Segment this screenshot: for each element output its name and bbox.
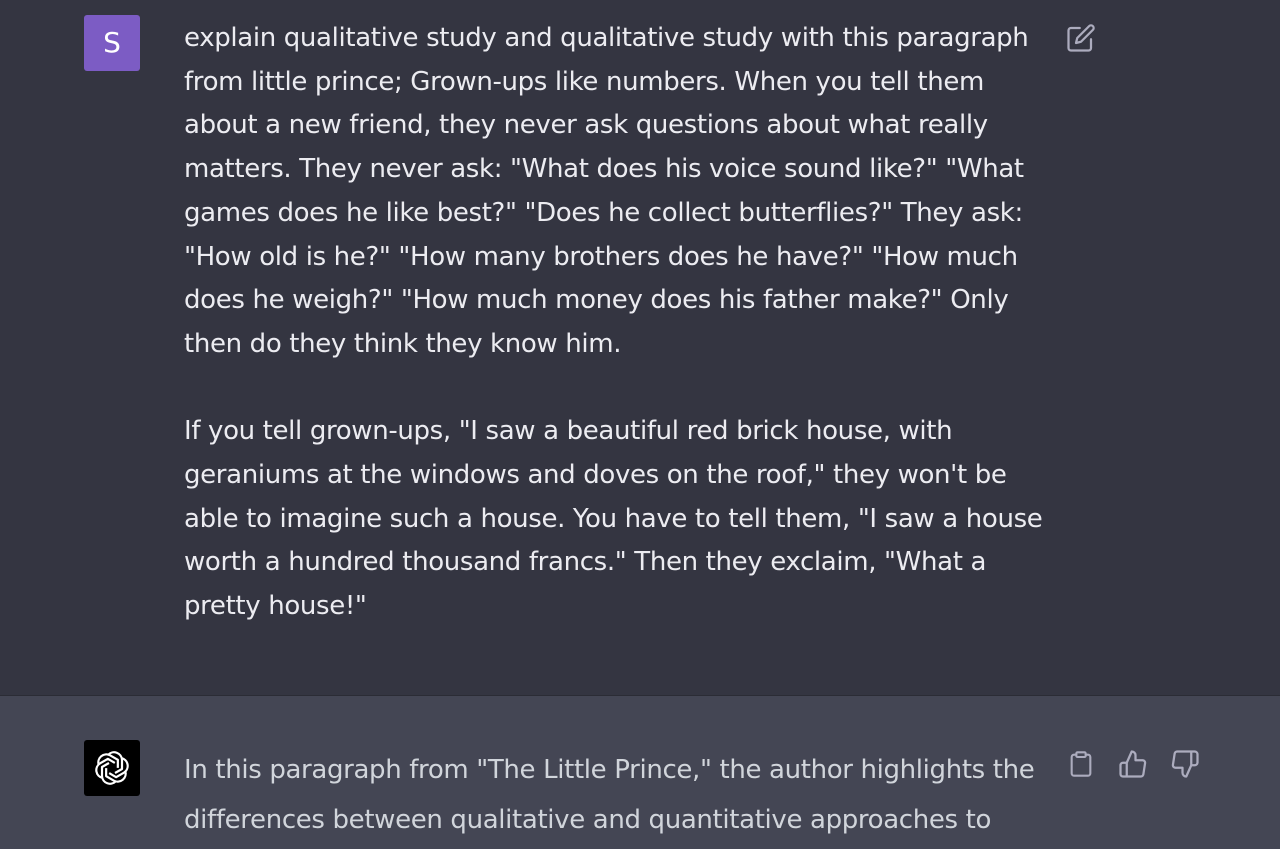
thumbs-down-button[interactable] xyxy=(1168,747,1202,781)
user-text-line: does he weigh?" "How much money does his… xyxy=(184,285,1009,316)
edit-message-button[interactable] xyxy=(1064,21,1098,55)
user-text-line: then do they think they know him. xyxy=(184,328,622,359)
user-avatar-letter: S xyxy=(103,26,121,59)
user-text-line: from little prince; Grown-ups like numbe… xyxy=(184,66,984,97)
user-text-line: If you tell grown-ups, "I saw a beautifu… xyxy=(184,416,953,447)
assistant-text-line: differences between qualitative and quan… xyxy=(184,805,992,835)
user-text-line: worth a hundred thousand francs." Then t… xyxy=(184,547,987,578)
assistant-text-line: In this paragraph from "The Little Princ… xyxy=(184,755,1035,785)
assistant-message-text: In this paragraph from "The Little Princ… xyxy=(184,745,1044,845)
thumbs-up-button[interactable] xyxy=(1116,747,1150,781)
user-avatar: S xyxy=(84,15,140,71)
user-text-line: matters. They never ask: "What does his … xyxy=(184,154,1024,185)
user-text-line: "How old is he?" "How many brothers does… xyxy=(184,241,1018,272)
copy-button[interactable] xyxy=(1064,747,1098,781)
assistant-avatar xyxy=(84,740,140,796)
openai-logo-icon xyxy=(95,751,129,785)
user-text-line: about a new friend, they never ask quest… xyxy=(184,110,988,141)
user-text-line: games does he like best?" "Does he colle… xyxy=(184,197,1023,228)
user-text-line: geraniums at the windows and doves on th… xyxy=(184,460,1007,491)
clipboard-icon xyxy=(1070,751,1092,777)
user-text-line: explain qualitative study and qualitativ… xyxy=(184,23,1029,53)
user-text-line: pretty house!" xyxy=(184,591,367,622)
user-message-text: explain qualitative study and qualitativ… xyxy=(184,17,1044,629)
thumbs-down-icon xyxy=(1171,750,1199,778)
thumbs-up-icon xyxy=(1119,750,1147,778)
edit-icon xyxy=(1067,24,1095,52)
user-text-line: able to imagine such a house. You have t… xyxy=(184,503,1043,534)
